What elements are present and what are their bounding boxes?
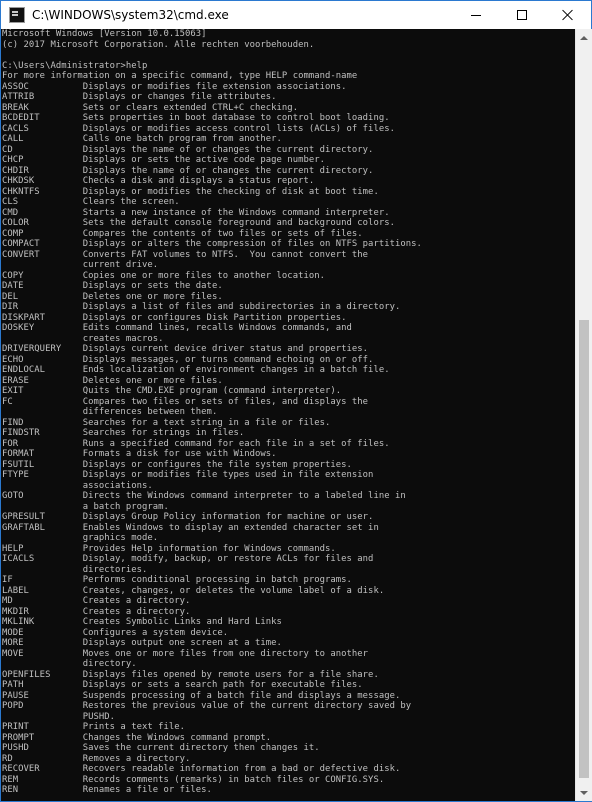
console-line: GOTO Directs the Windows command interpr… (2, 491, 406, 501)
console-line: ERASE Deletes one or more files. (2, 375, 223, 386)
console-line: FIND Searches for a text string in a fil… (2, 417, 331, 428)
console-line: current drive. (2, 260, 159, 270)
console-line: FC Compares two files or sets of files, … (2, 396, 369, 407)
console-line: GPRESULT Displays Group Policy informati… (2, 512, 374, 522)
console-line: CHKNTFS Displays or modifies the checkin… (2, 186, 379, 197)
console-line: a batch program. (2, 501, 169, 512)
console-line: associations. (2, 480, 153, 491)
console-line: DISKPART Displays or configures Disk Par… (2, 312, 347, 323)
console-line: FSUTIL Displays or configures the file s… (2, 459, 352, 470)
console-line: FTYPE Displays or modifies file types us… (2, 470, 374, 480)
console-line: BCDEDIT Sets properties in boot database… (2, 113, 390, 123)
title-bar[interactable]: C:\WINDOWS\system32\cmd.exe (1, 1, 591, 29)
console-line: C:\Users\Administrator>help (2, 60, 148, 71)
chevron-up-icon (580, 35, 588, 40)
console-line: COPY Copies one or more files to another… (2, 270, 325, 281)
console-line: CACLS Displays or modifies access contro… (2, 123, 395, 134)
scroll-up-button[interactable] (576, 29, 592, 46)
console-line: ENDLOCAL Ends localization of environmen… (2, 365, 390, 375)
console-line: GRAFTABL Enables Windows to display an e… (2, 522, 379, 533)
console-line: DATE Displays or sets the date. (2, 281, 223, 291)
console-line: MORE Displays output one screen at a tim… (2, 638, 282, 648)
console-line: PUSHD. (2, 711, 116, 722)
scroll-down-button[interactable] (576, 784, 592, 801)
console-line: RD Removes a directory. (2, 753, 191, 764)
console-line: FINDSTR Searches for strings in files. (2, 428, 245, 438)
console-line: COLOR Sets the default console foregroun… (2, 218, 395, 228)
console-line: POPD Restores the previous value of the … (2, 701, 412, 711)
console-line: MODE Configures a system device. (2, 627, 229, 638)
window-title: C:\WINDOWS\system32\cmd.exe (32, 8, 229, 22)
console-line: FOR Runs a specified command for each fi… (2, 438, 390, 449)
console-line: COMP Compares the contents of two files … (2, 228, 363, 239)
minimize-button[interactable] (453, 1, 499, 29)
console-line: Microsoft Windows [Version 10.0.15063] (2, 29, 207, 39)
maximize-icon (517, 10, 527, 20)
console-line: COMPACT Displays or alters the compressi… (2, 239, 422, 249)
console-line: MKDIR Creates a directory. (2, 606, 191, 617)
console-line: directory. (2, 659, 137, 669)
console-line: REN Renames a file or files. (2, 785, 212, 795)
console-line: (c) 2017 Microsoft Corporation. Alle rec… (2, 39, 315, 50)
console-line: CHCP Displays or sets the active code pa… (2, 155, 325, 165)
cmd-window: C:\WINDOWS\system32\cmd.exe Microsoft Wi… (0, 0, 592, 802)
maximize-button[interactable] (499, 1, 545, 29)
console-line: BREAK Sets or clears extended CTRL+C che… (2, 102, 299, 113)
close-button[interactable] (545, 1, 591, 29)
console-line: HELP Provides Help information for Windo… (2, 543, 336, 554)
console-line: PUSHD Saves the current directory then c… (2, 743, 320, 753)
close-icon (562, 9, 574, 21)
console-line: PRINT Prints a text file. (2, 722, 186, 732)
minimize-icon (471, 14, 481, 16)
console-line: ATTRIB Displays or changes file attribut… (2, 92, 277, 102)
console-line: MD Creates a directory. (2, 596, 191, 606)
console-line: CALL Calls one batch program from anothe… (2, 134, 282, 144)
console-line: DEL Deletes one or more files. (2, 291, 223, 302)
console-line: REM Records comments (remarks) in batch … (2, 774, 385, 785)
console-line: MKLINK Creates Symbolic Links and Hard L… (2, 617, 282, 627)
console-line: PAUSE Suspends processing of a batch fil… (2, 690, 401, 701)
console-line: CMD Starts a new instance of the Windows… (2, 207, 390, 218)
console-line: FORMAT Formats a disk for use with Windo… (2, 449, 277, 459)
console-line: CONVERT Converts FAT volumes to NTFS. Yo… (2, 249, 369, 260)
console-line: CLS Clears the screen. (2, 197, 180, 207)
console-line: directories. (2, 564, 148, 575)
console-line: DOSKEY Edits command lines, recalls Wind… (2, 323, 352, 333)
console-line: CD Displays the name of or changes the c… (2, 144, 374, 155)
console-line: differences between them. (2, 407, 218, 417)
chevron-down-icon (580, 790, 588, 795)
console-line: creates macros. (2, 333, 164, 344)
console-icon[interactable] (9, 7, 25, 23)
console-line: PROMPT Changes the Windows command promp… (2, 732, 272, 743)
console-line: IF Performs conditional processing in ba… (2, 575, 352, 585)
console-line: DRIVERQUERY Displays current device driv… (2, 344, 369, 354)
console-line: CHKDSK Checks a disk and displays a stat… (2, 176, 315, 186)
console-output[interactable]: Microsoft Windows [Version 10.0.15063] (c… (1, 29, 575, 801)
console-line: RECOVER Recovers readable information fr… (2, 764, 401, 774)
console-line: ECHO Displays messages, or turns command… (2, 354, 374, 365)
console-line: ICACLS Display, modify, backup, or resto… (2, 554, 374, 564)
console-line: CHDIR Displays the name of or changes th… (2, 165, 374, 176)
console-line: MOVE Moves one or more files from one di… (2, 648, 369, 659)
vertical-scrollbar[interactable] (575, 29, 592, 801)
console-line: LABEL Creates, changes, or deletes the v… (2, 585, 385, 596)
console-line: PATH Displays or sets a search path for … (2, 680, 363, 690)
console-line: For more information on a specific comma… (2, 71, 358, 81)
console-line: DIR Displays a list of files and subdire… (2, 302, 401, 312)
console-line: OPENFILES Displays files opened by remot… (2, 669, 379, 680)
console-line: graphics mode. (2, 533, 159, 543)
console-line: ASSOC Displays or modifies file extensio… (2, 81, 347, 92)
scroll-thumb[interactable] (579, 320, 589, 778)
console-line: EXIT Quits the CMD.EXE program (command … (2, 386, 342, 396)
